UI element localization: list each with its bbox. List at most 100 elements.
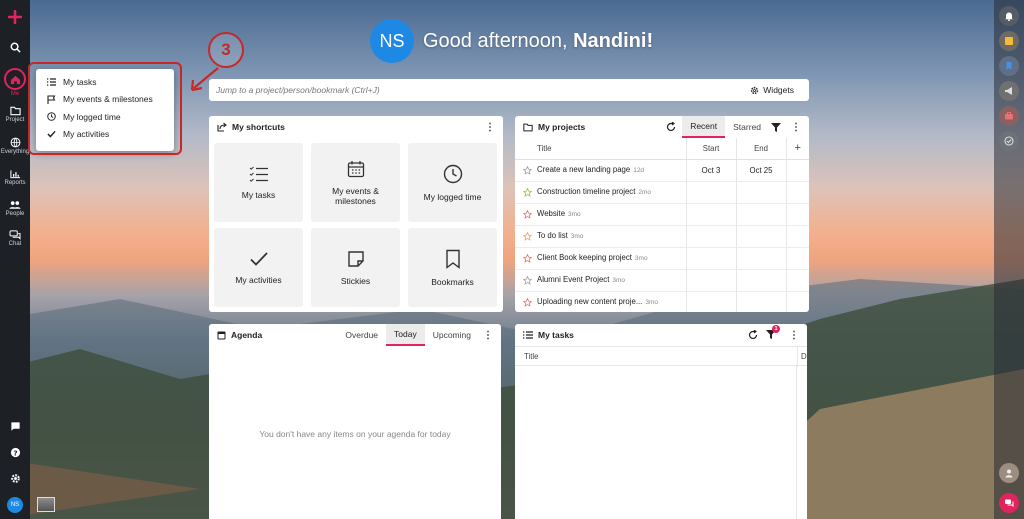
project-title-cell[interactable]: Uploading new content proje... 3mo <box>515 291 686 312</box>
user-avatar-button[interactable] <box>999 463 1019 483</box>
project-title-cell[interactable]: Client Book keeping project 3mo <box>515 247 686 270</box>
star-icon[interactable] <box>523 231 532 241</box>
shortcut-my-activities[interactable]: My activities <box>214 228 303 307</box>
widget-header: Agenda Overdue Today Upcoming ⋮ <box>209 324 501 346</box>
sidebar-item-project[interactable]: Project <box>0 100 30 130</box>
projects-table: Title Start End + Create a new landing p… <box>515 138 809 312</box>
column-header: Start <box>685 138 736 160</box>
more-options-icon[interactable]: ⋮ <box>789 330 799 341</box>
empty-cell <box>785 181 809 204</box>
shortcut-my-events[interactable]: My events & milestones <box>311 143 400 222</box>
tab-starred[interactable]: Starred <box>725 116 769 138</box>
star-icon[interactable] <box>523 297 532 307</box>
table-row[interactable]: Client Book keeping project 3mo <box>515 247 809 270</box>
project-title-cell[interactable]: To do list 3mo <box>515 225 686 248</box>
start-date-cell <box>685 181 736 204</box>
search-input[interactable]: Jump to a project/person/bookmark (Ctrl+… <box>216 85 380 95</box>
search-button[interactable] <box>0 34 30 60</box>
widgets-button[interactable]: Widgets <box>750 85 794 95</box>
tasks-filter-button[interactable]: 1 <box>766 324 781 341</box>
table-row[interactable]: Uploading new content proje... 3mo <box>515 291 809 312</box>
star-icon[interactable] <box>523 275 532 285</box>
projects-widget: My projects Recent Starred ⋮ Title Start… <box>515 116 809 312</box>
notifications-button[interactable] <box>999 6 1019 26</box>
megaphone-icon <box>1005 87 1012 95</box>
jump-search-bar[interactable]: Jump to a project/person/bookmark (Ctrl+… <box>209 79 809 101</box>
tile-label: My events & milestones <box>332 185 379 206</box>
start-date-cell <box>685 269 736 292</box>
project-title-cell[interactable]: Construction timeline project 2mo <box>515 181 686 204</box>
table-row[interactable]: Create a new landing page 12d Oct 3 Oct 25 <box>515 159 809 182</box>
table-row[interactable]: To do list 3mo <box>515 225 809 248</box>
sidebar-item-label: Chat <box>8 241 22 247</box>
project-title-cell[interactable]: Alumni Event Project 3mo <box>515 269 686 292</box>
sidebar-item-chat[interactable]: Chat <box>0 224 30 254</box>
sidebar-item-label: Me <box>10 91 20 97</box>
task-list-icon <box>249 166 268 182</box>
sidebar-item-people[interactable]: People <box>0 194 30 224</box>
stickies-button[interactable] <box>999 31 1019 51</box>
settings-button[interactable] <box>0 465 30 491</box>
share-icon <box>217 122 227 132</box>
star-icon[interactable] <box>523 253 532 263</box>
project-age: 3mo <box>568 211 581 219</box>
tile-label: Stickies <box>340 275 371 286</box>
project-title-cell[interactable]: Website 3mo <box>515 203 686 226</box>
end-date-cell <box>735 247 786 270</box>
background-thumbnail-button[interactable] <box>37 497 55 512</box>
tab-recent[interactable]: Recent <box>682 116 726 138</box>
search-icon <box>10 42 21 53</box>
tab-today[interactable]: Today <box>386 324 425 346</box>
start-date-cell <box>685 225 736 248</box>
bookmarks-button[interactable] <box>999 56 1019 76</box>
table-row[interactable]: Alumni Event Project 3mo <box>515 269 809 292</box>
shortcut-bookmarks[interactable]: Bookmarks <box>408 228 497 307</box>
user-icon <box>1005 469 1013 478</box>
project-title: Alumni Event Project <box>537 275 610 285</box>
help-button[interactable]: ? <box>0 439 30 465</box>
star-icon[interactable] <box>523 187 532 197</box>
refresh-icon[interactable] <box>748 330 758 340</box>
project-title-cell[interactable]: Create a new landing page 12d <box>515 159 686 182</box>
end-date-cell <box>735 181 786 204</box>
folder-icon <box>523 123 533 131</box>
refresh-icon[interactable] <box>666 122 676 132</box>
table-row[interactable]: Website 3mo <box>515 203 809 226</box>
sidebar-item-me[interactable]: Me <box>0 66 30 100</box>
end-date-cell <box>735 269 786 292</box>
bell-icon <box>1005 12 1013 21</box>
tab-overdue[interactable]: Overdue <box>337 324 386 346</box>
more-options-icon[interactable]: ⋮ <box>485 122 495 133</box>
column-header: Title <box>515 138 686 160</box>
create-button[interactable] <box>0 0 30 34</box>
tab-upcoming[interactable]: Upcoming <box>425 324 479 346</box>
table-row[interactable]: Construction timeline project 2mo <box>515 181 809 204</box>
end-date-cell <box>735 203 786 226</box>
filter-icon[interactable] <box>771 122 781 132</box>
check-icon <box>249 251 268 266</box>
star-icon[interactable] <box>523 209 532 219</box>
sidebar-item-everything[interactable]: Everything <box>0 130 30 162</box>
more-options-icon[interactable]: ⋮ <box>483 330 493 341</box>
start-date-cell: Oct 3 <box>685 159 736 182</box>
shortcut-my-logged-time[interactable]: My logged time <box>408 143 497 222</box>
shortcut-my-tasks[interactable]: My tasks <box>214 143 303 222</box>
shortcut-stickies[interactable]: Stickies <box>311 228 400 307</box>
add-column-icon[interactable]: + <box>785 138 809 160</box>
calendar-icon <box>347 160 364 177</box>
feedback-button[interactable] <box>0 413 30 439</box>
sidebar-item-reports[interactable]: Reports <box>0 162 30 194</box>
plus-icon <box>8 10 22 24</box>
profile-button[interactable]: NS <box>0 491 30 519</box>
checklist-button[interactable] <box>999 131 1019 151</box>
star-icon[interactable] <box>523 165 532 175</box>
project-age: 2mo <box>638 189 652 197</box>
bookmark-icon <box>1006 62 1012 70</box>
more-options-icon[interactable]: ⋮ <box>791 122 801 133</box>
chat-fab-button[interactable] <box>999 493 1019 513</box>
sticky-note-icon <box>347 250 364 267</box>
timer-button[interactable] <box>999 106 1019 126</box>
start-date-cell <box>685 291 736 312</box>
widget-header: My projects Recent Starred ⋮ <box>515 116 809 138</box>
announcements-button[interactable] <box>999 81 1019 101</box>
